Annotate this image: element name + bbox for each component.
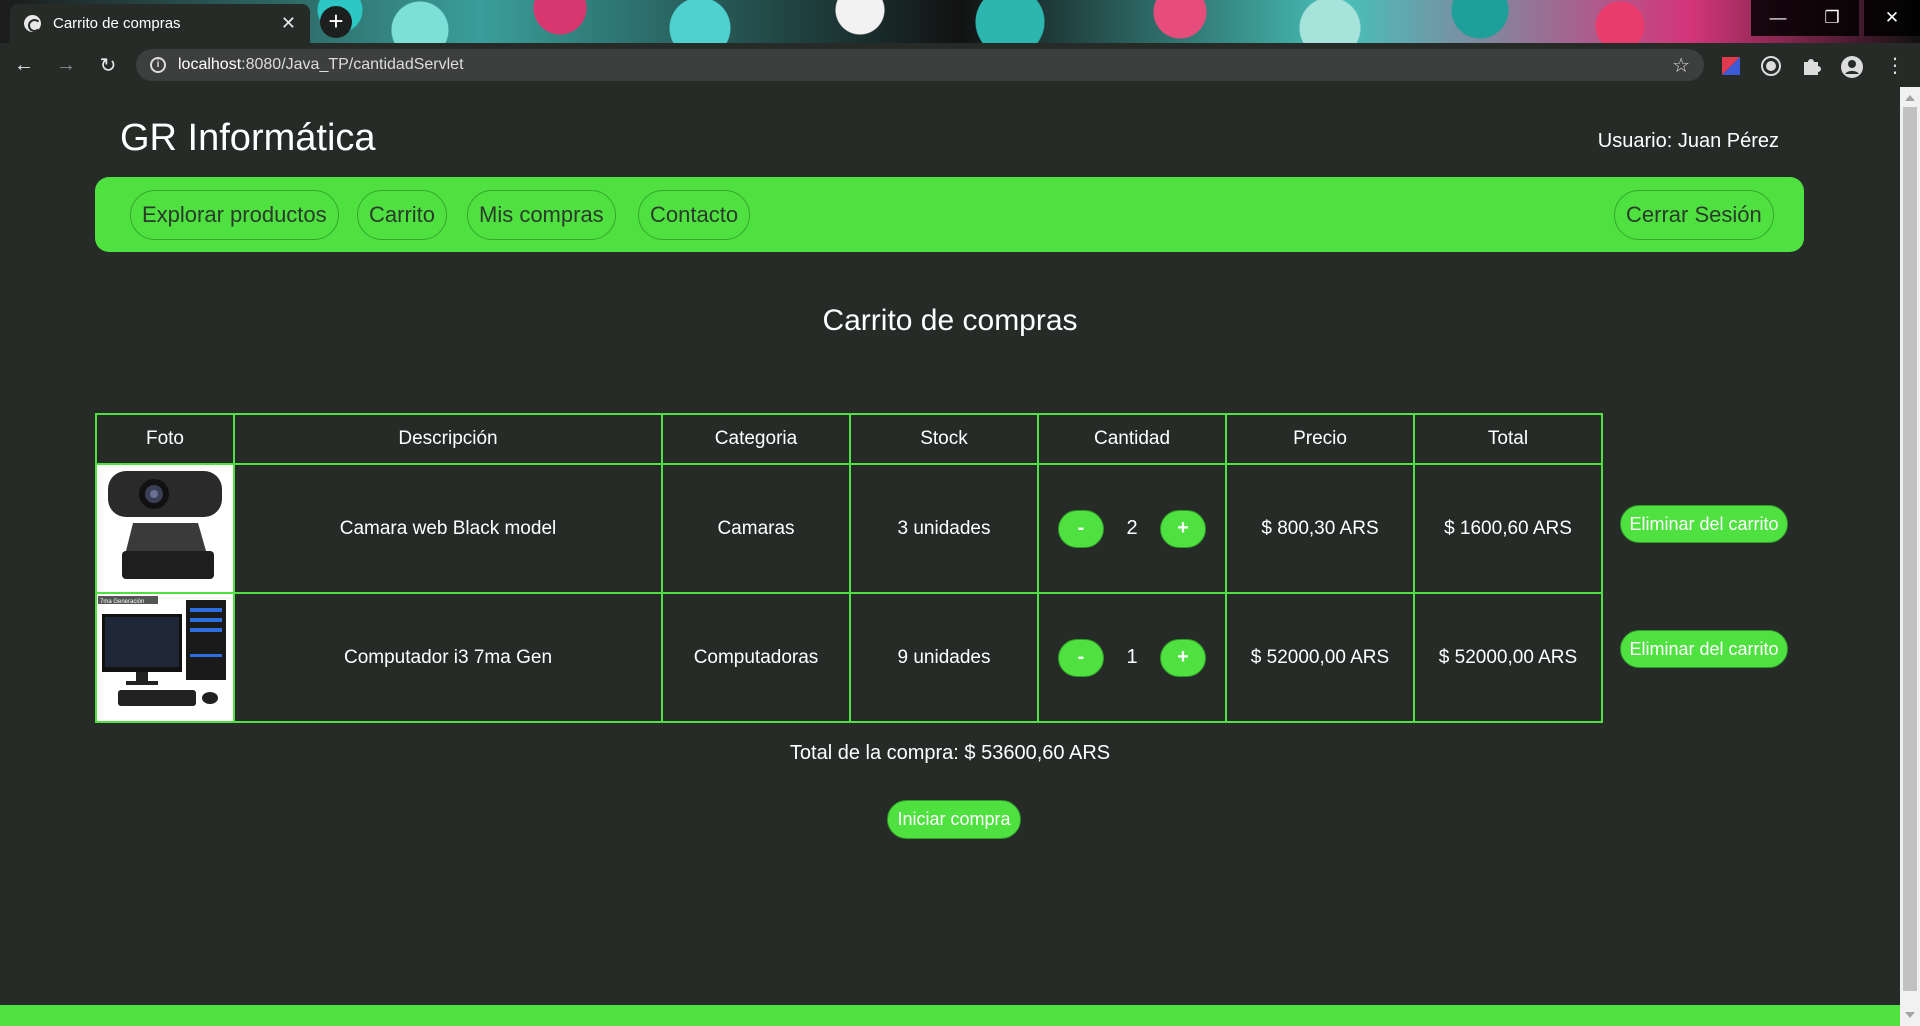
url-text: localhost:8080/Java_TP/cantidadServlet — [178, 56, 464, 73]
site-info-icon[interactable]: i — [150, 57, 166, 73]
url-field[interactable]: i localhost:8080/Java_TP/cantidadServlet… — [136, 49, 1704, 81]
site-brand[interactable]: GR Informática — [120, 117, 376, 160]
total-cell: $ 1600,60 ARS — [1413, 463, 1603, 594]
nav-explorar-productos[interactable]: Explorar productos — [130, 190, 339, 240]
page-scrollbar[interactable] — [1900, 87, 1920, 1026]
category-cell: Computadoras — [661, 592, 851, 723]
reload-icon[interactable]: ↻ — [90, 47, 126, 83]
quantity-stepper: - 1 + — [1039, 638, 1225, 677]
scroll-up-arrow-icon[interactable] — [1905, 95, 1915, 101]
stock-cell: 9 unidades — [849, 592, 1039, 723]
bookmark-star-icon[interactable]: ☆ — [1672, 53, 1690, 78]
price-cell: $ 52000,00 ARS — [1225, 592, 1415, 723]
webcam-photo — [98, 465, 232, 586]
page-title: Carrito de compras — [822, 304, 1078, 337]
nav-contacto[interactable]: Contacto — [638, 190, 751, 240]
record-extension-icon[interactable] — [1760, 55, 1782, 77]
profile-avatar-icon[interactable] — [1840, 55, 1863, 78]
new-tab-button[interactable]: + — [320, 6, 352, 38]
main-navbar: Explorar productos Carrito Mis compras C… — [95, 177, 1804, 252]
column-header: Categoria — [661, 413, 851, 465]
quantity-cell: - 1 + — [1037, 592, 1227, 723]
remove-from-cart-button[interactable]: Eliminar del carrito — [1620, 630, 1788, 668]
decrease-quantity-button[interactable]: - — [1058, 509, 1104, 548]
cart-table: Foto Descripción Categoria Stock Cantida… — [95, 413, 1603, 723]
description-cell: Camara web Black model — [233, 463, 663, 594]
remove-from-cart-button[interactable]: Eliminar del carrito — [1620, 505, 1788, 543]
forward-icon[interactable]: → — [48, 47, 84, 83]
minimize-button[interactable]: — — [1751, 0, 1805, 36]
nav-carrito[interactable]: Carrito — [357, 190, 448, 240]
window-titlebar: Carrito de compras ✕ + — ❐ ✕ — [0, 0, 1920, 43]
column-header: Foto — [95, 413, 235, 465]
page-content: GR Informática Usuario: Juan Pérez Explo… — [0, 87, 1900, 1026]
menu-kebab-icon[interactable]: ⋮ — [1884, 55, 1906, 77]
total-cell: $ 52000,00 ARS — [1413, 592, 1603, 723]
close-window-button[interactable]: ✕ — [1864, 0, 1920, 36]
increase-quantity-button[interactable]: + — [1160, 509, 1206, 548]
price-cell: $ 800,30 ARS — [1225, 463, 1415, 594]
column-header: Stock — [849, 413, 1039, 465]
photo-tag-text: 7ma Generación — [100, 599, 144, 605]
product-photo-cell — [95, 463, 235, 594]
checkout-button[interactable]: Iniciar compra — [887, 800, 1021, 839]
quantity-value: 1 — [1126, 646, 1138, 668]
desktop-computer-photo: 7ma Generación — [98, 594, 232, 715]
table-row: 7ma Generación Computador i3 7ma Gen Com… — [95, 592, 1603, 723]
extension-icon[interactable] — [1720, 55, 1742, 77]
cart-total: Total de la compra: $ 53600,60 ARS — [789, 742, 1111, 764]
globe-icon — [24, 15, 41, 32]
increase-quantity-button[interactable]: + — [1160, 638, 1206, 677]
footer-bar — [0, 1005, 1900, 1026]
restore-button[interactable]: ❐ — [1805, 0, 1859, 36]
nav-mis-compras[interactable]: Mis compras — [467, 190, 616, 240]
product-photo-cell: 7ma Generación — [95, 592, 235, 723]
browser-tab[interactable]: Carrito de compras ✕ — [10, 4, 310, 43]
tab-title: Carrito de compras — [53, 15, 181, 32]
column-header: Descripción — [233, 413, 663, 465]
table-header-row: Foto Descripción Categoria Stock Cantida… — [95, 413, 1603, 465]
back-icon[interactable]: ← — [6, 47, 42, 83]
address-bar: ← → ↻ i localhost:8080/Java_TP/cantidadS… — [0, 43, 1920, 87]
description-cell: Computador i3 7ma Gen — [233, 592, 663, 723]
scrollbar-thumb[interactable] — [1903, 107, 1917, 991]
quantity-value: 2 — [1126, 517, 1138, 539]
logout-button[interactable]: Cerrar Sesión — [1614, 190, 1774, 240]
user-label: Usuario: Juan Pérez — [1597, 130, 1779, 152]
category-cell: Camaras — [661, 463, 851, 594]
column-header: Cantidad — [1037, 413, 1227, 465]
stock-cell: 3 unidades — [849, 463, 1039, 594]
column-header: Precio — [1225, 413, 1415, 465]
column-header: Total — [1413, 413, 1603, 465]
close-tab-icon[interactable]: ✕ — [281, 13, 296, 34]
table-row: Camara web Black model Camaras 3 unidade… — [95, 463, 1603, 594]
quantity-cell: - 2 + — [1037, 463, 1227, 594]
scroll-down-arrow-icon[interactable] — [1905, 1012, 1915, 1018]
quantity-stepper: - 2 + — [1039, 509, 1225, 548]
decrease-quantity-button[interactable]: - — [1058, 638, 1104, 677]
extensions-puzzle-icon[interactable] — [1800, 55, 1822, 77]
